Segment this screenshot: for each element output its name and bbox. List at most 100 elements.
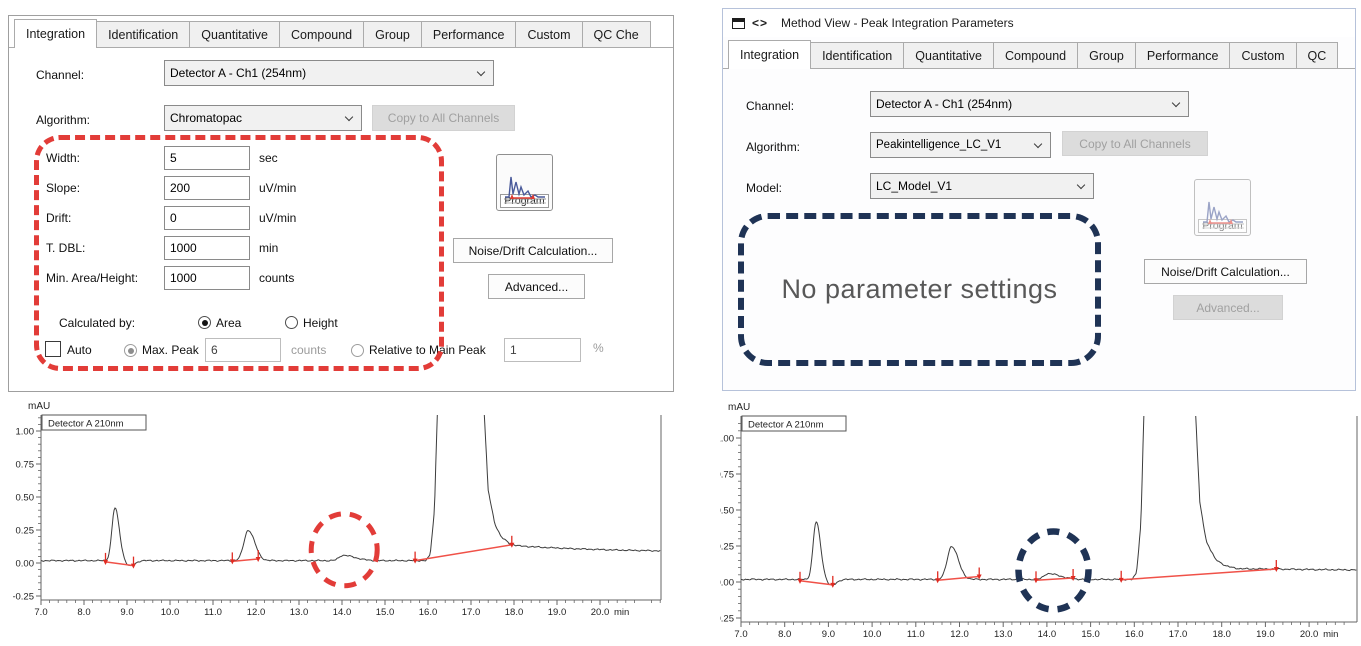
tab-custom[interactable]: Custom <box>1229 42 1296 68</box>
svg-text:12.0: 12.0 <box>950 629 969 640</box>
tab-qc[interactable]: QC <box>1296 42 1339 68</box>
algorithm-label: Algorithm: <box>746 140 800 154</box>
svg-text:17.0: 17.0 <box>1169 629 1188 640</box>
advanced-button[interactable]: Advanced... <box>1173 295 1283 320</box>
right-chromatogram: 1.000.750.500.250.00-0.257.08.09.010.011… <box>720 398 1361 646</box>
svg-text:11.0: 11.0 <box>204 607 222 618</box>
svg-text:0.00: 0.00 <box>16 559 35 570</box>
tab-group[interactable]: Group <box>363 21 422 47</box>
tab-group[interactable]: Group <box>1077 42 1136 68</box>
algorithm-select[interactable]: Peakintelligence_LC_V1 <box>870 132 1051 158</box>
chevron-down-icon <box>1172 99 1180 107</box>
tab-identification[interactable]: Identification <box>810 42 904 68</box>
algorithm-select[interactable]: Chromatopac <box>164 105 362 131</box>
svg-text:1.00: 1.00 <box>720 434 734 445</box>
relative-to-main-peak-unit: % <box>593 341 604 355</box>
svg-text:0.00: 0.00 <box>720 578 734 589</box>
chevron-down-icon <box>1034 140 1042 148</box>
chevron-down-icon <box>477 68 485 76</box>
program-button[interactable]: Program <box>1194 179 1251 236</box>
model-select[interactable]: LC_Model_V1 <box>870 173 1094 199</box>
model-value: LC_Model_V1 <box>876 179 952 193</box>
integration-baselines <box>103 536 514 569</box>
channel-select[interactable]: Detector A - Ch1 (254nm) <box>164 60 494 86</box>
tab-compound[interactable]: Compound <box>279 21 364 47</box>
tab-compound[interactable]: Compound <box>993 42 1078 68</box>
annotation-circle <box>311 514 377 586</box>
svg-text:18.0: 18.0 <box>1212 629 1231 640</box>
svg-text:8.0: 8.0 <box>778 629 791 640</box>
svg-text:13.0: 13.0 <box>994 629 1013 640</box>
svg-text:16.0: 16.0 <box>419 607 438 618</box>
svg-text:20.0: 20.0 <box>1300 629 1319 640</box>
copy-to-all-channels-button[interactable]: Copy to All Channels <box>1062 131 1208 156</box>
mini-chromatogram-icon <box>502 172 548 208</box>
method-view-title: Method View - Peak Integration Parameter… <box>781 16 1014 30</box>
integration-settings-panel-right: <> Method View - Peak Integration Parame… <box>722 8 1356 391</box>
svg-text:19.0: 19.0 <box>548 607 567 618</box>
mini-chromatogram-icon <box>1200 197 1246 233</box>
annotation-circle <box>1019 532 1089 610</box>
advanced-button[interactable]: Advanced... <box>488 274 585 299</box>
svg-text:7.0: 7.0 <box>734 629 747 640</box>
svg-text:16.0: 16.0 <box>1125 629 1144 640</box>
channel-value: Detector A - Ch1 (254nm) <box>170 66 306 80</box>
algorithm-value: Peakintelligence_LC_V1 <box>876 139 1001 151</box>
svg-text:14.0: 14.0 <box>333 607 352 618</box>
svg-text:18.0: 18.0 <box>505 607 524 618</box>
svg-text:0.25: 0.25 <box>16 526 35 537</box>
svg-text:0.50: 0.50 <box>720 506 734 517</box>
channel-label: Channel: <box>36 68 84 82</box>
integration-baselines <box>797 560 1278 588</box>
algorithm-label: Algorithm: <box>36 113 90 127</box>
svg-text:min: min <box>1323 629 1338 640</box>
tab-quantitative[interactable]: Quantitative <box>189 21 280 47</box>
svg-text:Detector A 210nm: Detector A 210nm <box>48 419 124 430</box>
noise-drift-calculation-button[interactable]: Noise/Drift Calculation... <box>453 238 613 263</box>
model-label: Model: <box>746 181 782 195</box>
chevron-down-icon <box>345 113 353 121</box>
tab-quantitative[interactable]: Quantitative <box>903 42 994 68</box>
svg-text:12.0: 12.0 <box>247 607 266 618</box>
relative-to-main-peak-input[interactable]: 1 <box>504 338 581 362</box>
code-brackets-icon[interactable]: <> <box>752 16 768 30</box>
tab-performance[interactable]: Performance <box>1135 42 1231 68</box>
tab-identification[interactable]: Identification <box>96 21 190 47</box>
svg-text:0.75: 0.75 <box>720 470 734 481</box>
svg-text:0.75: 0.75 <box>16 460 35 471</box>
svg-text:0.25: 0.25 <box>720 542 734 553</box>
svg-text:mAU: mAU <box>28 401 50 412</box>
svg-text:9.0: 9.0 <box>120 607 133 618</box>
svg-text:0.50: 0.50 <box>16 493 35 504</box>
tab-custom[interactable]: Custom <box>515 21 582 47</box>
svg-text:13.0: 13.0 <box>290 607 309 618</box>
svg-text:20.0: 20.0 <box>591 607 610 618</box>
svg-text:10.0: 10.0 <box>161 607 180 618</box>
program-button[interactable]: Program <box>496 154 553 211</box>
svg-text:10.0: 10.0 <box>863 629 882 640</box>
svg-text:8.0: 8.0 <box>77 607 90 618</box>
svg-text:-0.25: -0.25 <box>720 614 734 625</box>
left-chromatogram: 1.000.750.500.250.00-0.257.08.09.010.011… <box>13 398 665 634</box>
svg-text:Detector A 210nm: Detector A 210nm <box>748 420 824 431</box>
algorithm-value: Chromatopac <box>170 111 242 125</box>
tab-integration[interactable]: Integration <box>728 40 811 69</box>
svg-text:1.00: 1.00 <box>16 427 35 438</box>
integration-settings-panel-left: IntegrationIdentificationQuantitativeCom… <box>8 15 674 392</box>
svg-text:15.0: 15.0 <box>1081 629 1100 640</box>
tab-integration[interactable]: Integration <box>14 19 97 48</box>
navy-dashed-highlight: No parameter settings <box>738 213 1101 366</box>
tab-strip: IntegrationIdentificationQuantitativeCom… <box>9 16 673 48</box>
svg-text:11.0: 11.0 <box>907 629 925 640</box>
noise-drift-calculation-button[interactable]: Noise/Drift Calculation... <box>1144 259 1307 284</box>
svg-text:-0.25: -0.25 <box>13 592 34 603</box>
chevron-down-icon <box>1077 181 1085 189</box>
tab-performance[interactable]: Performance <box>421 21 517 47</box>
copy-to-all-channels-button[interactable]: Copy to All Channels <box>372 105 515 131</box>
no-parameter-settings-message: No parameter settings <box>781 274 1057 305</box>
svg-text:min: min <box>614 607 629 618</box>
window-icon[interactable] <box>732 18 745 29</box>
tab-qc-che[interactable]: QC Che <box>582 21 651 47</box>
channel-select[interactable]: Detector A - Ch1 (254nm) <box>870 91 1189 117</box>
method-view-titlebar: <> Method View - Peak Integration Parame… <box>723 9 1355 37</box>
